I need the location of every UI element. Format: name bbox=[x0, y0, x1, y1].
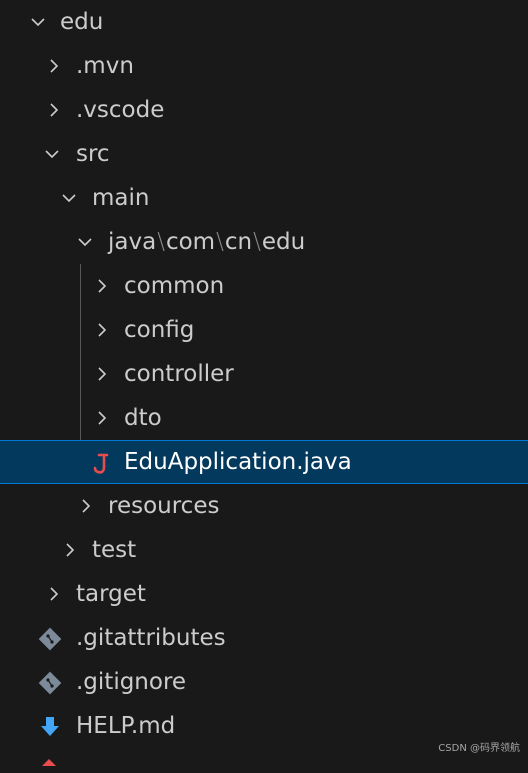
tree-item-label: common bbox=[124, 273, 225, 299]
tree-item-gitignore[interactable]: .gitignore bbox=[0, 660, 528, 704]
tree-item-main[interactable]: main bbox=[0, 176, 528, 220]
tree-item-config[interactable]: config bbox=[0, 308, 528, 352]
watermark: CSDN @码界领航 bbox=[438, 743, 520, 754]
tree-item-label: config bbox=[124, 317, 195, 343]
tree-item-common[interactable]: common bbox=[0, 264, 528, 308]
path-segment-java[interactable]: java bbox=[108, 229, 156, 255]
markdown-download-icon bbox=[38, 715, 62, 739]
tree-item-controller[interactable]: controller bbox=[0, 352, 528, 396]
compact-path-label: java\com\cn\edu bbox=[108, 220, 305, 264]
tree-item-label: test bbox=[92, 537, 137, 563]
java-file-icon bbox=[90, 452, 114, 476]
chevron-right-icon[interactable] bbox=[62, 542, 78, 558]
tree-item-java-package[interactable]: java\com\cn\edu bbox=[0, 220, 528, 264]
chevron-right-icon[interactable] bbox=[94, 366, 110, 382]
path-separator: \ bbox=[157, 229, 165, 255]
chevron-down-icon[interactable] bbox=[44, 146, 60, 162]
tree-item-target[interactable]: target bbox=[0, 572, 528, 616]
chevron-right-icon[interactable] bbox=[46, 58, 62, 74]
chevron-right-icon[interactable] bbox=[94, 322, 110, 338]
tree-item-dto[interactable]: dto bbox=[0, 396, 528, 440]
tree-item-label: .gitattributes bbox=[76, 625, 226, 651]
tree-item-eduapplication-java[interactable]: EduApplication.java bbox=[0, 440, 528, 484]
tree-item-label: .mvn bbox=[76, 53, 134, 79]
file-explorer-tree: edu .mvn .vscode src main java\com\cn\ed… bbox=[0, 0, 528, 766]
tree-item-label: EduApplication.java bbox=[124, 449, 352, 475]
tree-item-label: target bbox=[76, 581, 146, 607]
path-separator: \ bbox=[253, 229, 261, 255]
tree-item-label: resources bbox=[108, 493, 220, 519]
tree-item-label: main bbox=[92, 185, 150, 211]
chevron-down-icon[interactable] bbox=[30, 14, 46, 30]
tree-item-gitattributes[interactable]: .gitattributes bbox=[0, 616, 528, 660]
tree-item-edu[interactable]: edu bbox=[0, 0, 528, 44]
git-file-icon bbox=[38, 627, 62, 651]
path-segment-com[interactable]: com bbox=[166, 229, 215, 255]
tree-item-label: .gitignore bbox=[76, 669, 187, 695]
tree-item-vscode[interactable]: .vscode bbox=[0, 88, 528, 132]
file-icon bbox=[42, 754, 56, 766]
tree-item-label: .vscode bbox=[76, 97, 165, 123]
path-separator: \ bbox=[216, 229, 224, 255]
tree-item-test[interactable]: test bbox=[0, 528, 528, 572]
chevron-right-icon[interactable] bbox=[94, 410, 110, 426]
chevron-right-icon[interactable] bbox=[94, 278, 110, 294]
tree-item-resources[interactable]: resources bbox=[0, 484, 528, 528]
path-segment-edu[interactable]: edu bbox=[262, 229, 305, 255]
tree-item-label: src bbox=[76, 141, 110, 167]
tree-item-label: dto bbox=[124, 405, 162, 431]
path-segment-cn[interactable]: cn bbox=[225, 229, 252, 255]
chevron-right-icon[interactable] bbox=[46, 586, 62, 602]
chevron-right-icon[interactable] bbox=[78, 498, 94, 514]
chevron-down-icon[interactable] bbox=[77, 234, 93, 250]
tree-item-label: controller bbox=[124, 361, 234, 387]
git-file-icon bbox=[38, 671, 62, 695]
chevron-down-icon[interactable] bbox=[61, 190, 77, 206]
tree-item-label: edu bbox=[60, 9, 104, 35]
tree-item-mvn[interactable]: .mvn bbox=[0, 44, 528, 88]
chevron-right-icon[interactable] bbox=[46, 102, 62, 118]
tree-item-label: HELP.md bbox=[76, 713, 176, 739]
tree-item-src[interactable]: src bbox=[0, 132, 528, 176]
